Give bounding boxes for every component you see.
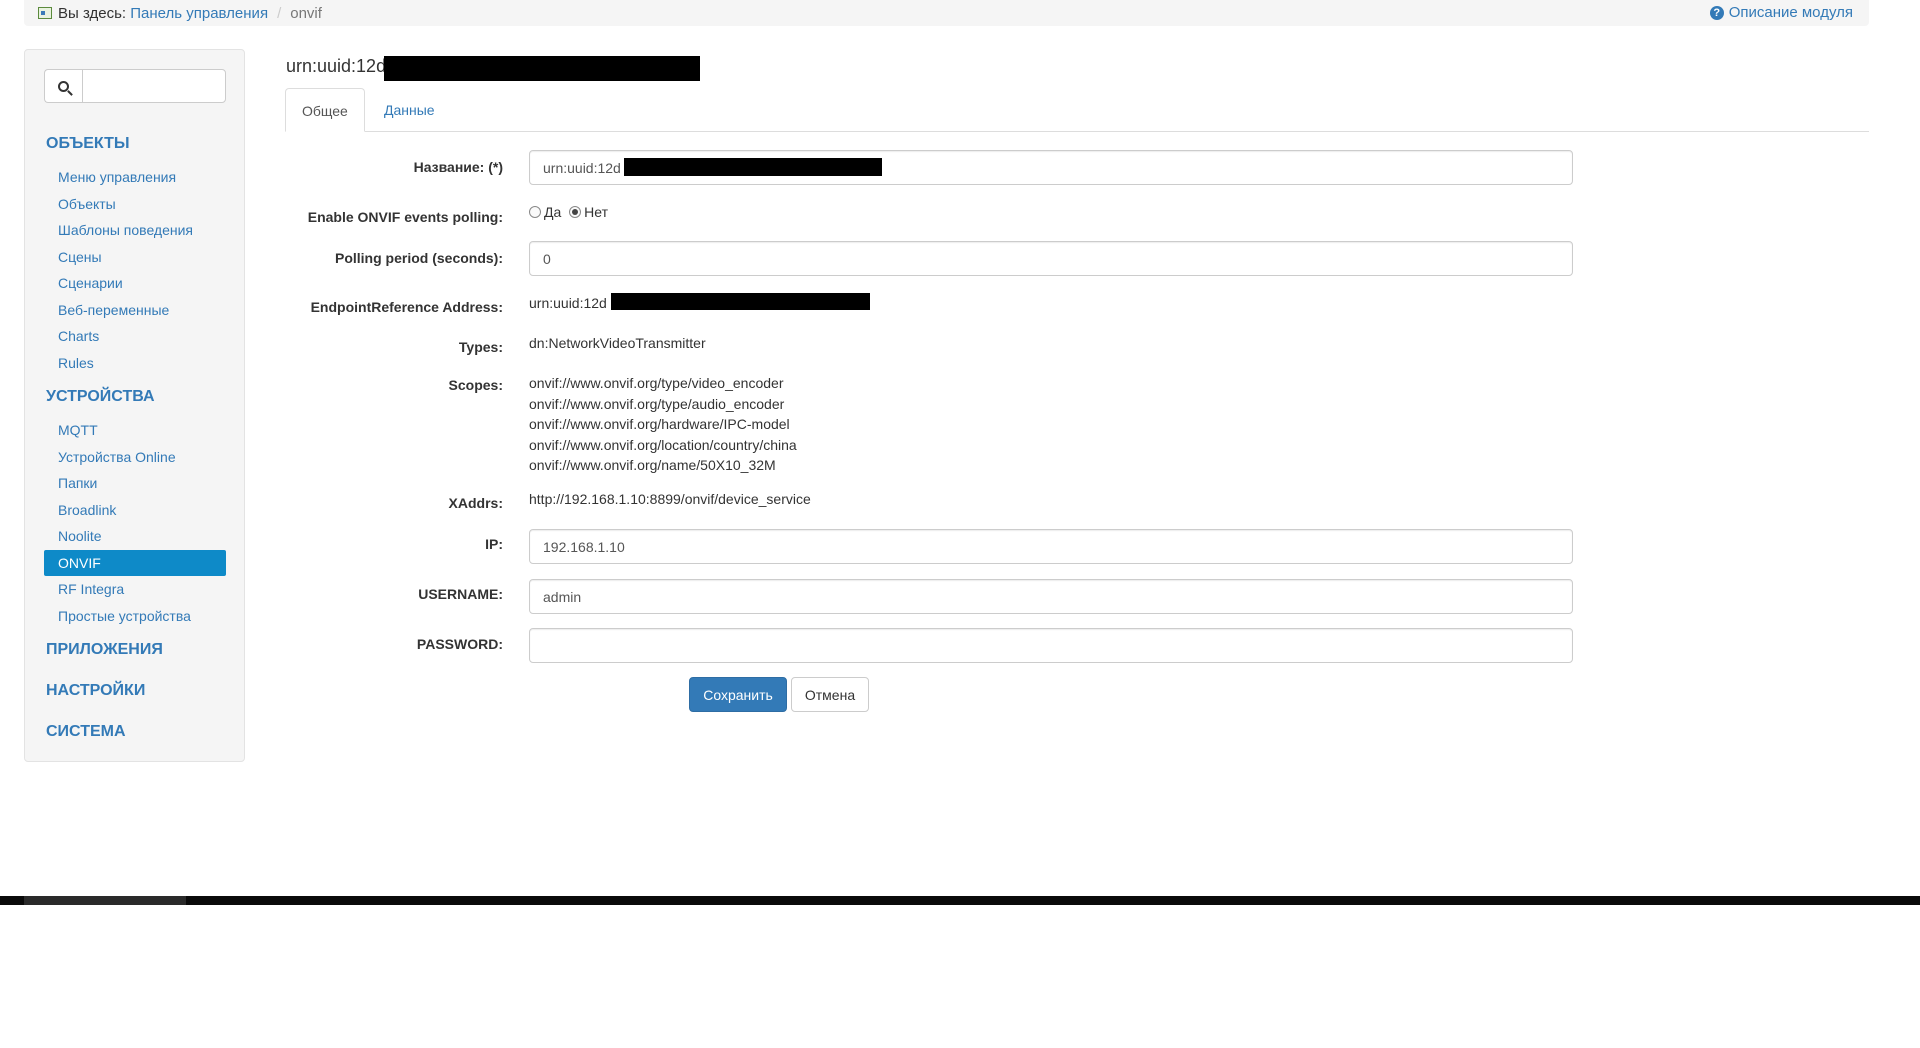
username-label: USERNAME:	[418, 586, 503, 602]
module-help-link[interactable]: ? Описание модуля	[1709, 4, 1853, 21]
sidebar-item-rf-integra[interactable]: RF Integra	[44, 576, 226, 603]
password-label: PASSWORD:	[416, 636, 503, 652]
cancel-button[interactable]: Отмена	[791, 677, 869, 712]
period-input[interactable]	[529, 241, 1573, 276]
redaction-title	[384, 56, 700, 81]
tab-general[interactable]: Общее	[285, 88, 365, 132]
home-icon	[38, 7, 52, 19]
tab-data[interactable]: Данные	[368, 88, 451, 131]
username-input[interactable]	[529, 579, 1573, 614]
page-title: urn:uuid:12d	[286, 56, 387, 76]
sidebar-item-mqtt[interactable]: MQTT	[44, 417, 226, 444]
nav-header-applications[interactable]: ПРИЛОЖЕНИЯ	[44, 629, 226, 670]
breadcrumb-separator: /	[277, 4, 282, 22]
sidebar-item-behavior-templates[interactable]: Шаблоны поведения	[44, 217, 226, 244]
sidebar-item-noolite[interactable]: Noolite	[44, 523, 226, 550]
polling-yes-radio[interactable]	[529, 206, 541, 218]
question-icon: ?	[1709, 5, 1724, 20]
polling-no-label: Нет	[584, 204, 609, 220]
search-input[interactable]	[82, 69, 226, 103]
sidebar-item-onvif[interactable]: ONVIF	[44, 549, 226, 576]
search-button[interactable]	[44, 69, 82, 103]
nav-header-objects[interactable]: ОБЪЕКТЫ	[44, 123, 226, 164]
scopes-list: onvif://www.onvif.org/type/video_encoder…	[529, 373, 797, 476]
nav-header-system[interactable]: СИСТЕМА	[44, 711, 226, 752]
xaddrs-value: http://192.168.1.10:8899/onvif/device_se…	[529, 491, 811, 507]
sidebar-nav: ОБЪЕКТЫ Меню управления Объекты Шаблоны …	[44, 123, 226, 752]
xaddrs-label: XAddrs:	[448, 495, 503, 511]
nav-header-settings[interactable]: НАСТРОЙКИ	[44, 670, 226, 711]
breadcrumb-prefix: Вы здесь:	[58, 4, 127, 22]
sidebar-item-devices-online[interactable]: Устройства Online	[44, 444, 226, 471]
breadcrumb-home-link[interactable]: Панель управления	[130, 5, 268, 22]
breadcrumb-current: onvif	[290, 4, 322, 22]
name-label: Название: (*)	[413, 159, 503, 175]
polling-label: Enable ONVIF events polling:	[307, 209, 503, 225]
sidebar-item-folders[interactable]: Папки	[44, 470, 226, 497]
sidebar-item-rules[interactable]: Rules	[44, 350, 226, 377]
polling-radio-group: Да Нет	[529, 204, 608, 220]
sidebar-search	[44, 69, 226, 103]
ip-input[interactable]	[529, 529, 1573, 564]
polling-yes-label: Да	[544, 204, 562, 220]
endpoint-label: EndpointReference Address:	[310, 299, 503, 315]
scope-item: onvif://www.onvif.org/hardware/IPC-model	[529, 416, 790, 432]
save-button[interactable]: Сохранить	[689, 677, 787, 712]
redaction-endpoint	[611, 293, 870, 310]
period-label: Polling period (seconds):	[334, 250, 503, 266]
scope-item: onvif://www.onvif.org/location/country/c…	[529, 436, 797, 453]
polling-no-radio[interactable]	[569, 206, 582, 218]
breadcrumb: Вы здесь: Панель управления / onvif ? Оп…	[24, 0, 1869, 26]
scope-item: onvif://www.onvif.org/type/video_encoder	[529, 375, 784, 391]
module-help-label: Описание модуля	[1728, 4, 1853, 21]
scopes-label: Scopes:	[448, 377, 503, 393]
taskbar-segment	[24, 896, 186, 905]
sidebar: ОБЪЕКТЫ Меню управления Объекты Шаблоны …	[24, 49, 245, 762]
ip-label: IP:	[485, 536, 503, 552]
sidebar-item-objects[interactable]: Объекты	[44, 191, 226, 218]
redaction-name	[624, 158, 882, 176]
endpoint-value: urn:uuid:12d	[529, 295, 607, 311]
sidebar-item-charts[interactable]: Charts	[44, 323, 226, 350]
sidebar-item-scenes[interactable]: Сцены	[44, 244, 226, 271]
sidebar-item-control-menu[interactable]: Меню управления	[44, 164, 226, 191]
sidebar-item-simple-devices[interactable]: Простые устройства	[44, 603, 226, 630]
sidebar-item-scripts[interactable]: Сценарии	[44, 270, 226, 297]
scope-item: onvif://www.onvif.org/type/audio_encoder	[529, 395, 785, 412]
sidebar-item-broadlink[interactable]: Broadlink	[44, 497, 226, 524]
types-label: Types:	[458, 339, 503, 355]
scope-item: onvif://www.onvif.org/name/50X10_32M	[529, 457, 776, 473]
sidebar-item-web-variables[interactable]: Веб-переменные	[44, 297, 226, 324]
search-icon	[58, 80, 69, 92]
tab-bar: Общее Данные	[285, 88, 1869, 132]
types-value: dn:NetworkVideoTransmitter	[529, 335, 706, 351]
password-input[interactable]	[529, 628, 1573, 663]
nav-header-devices[interactable]: УСТРОЙСТВА	[44, 376, 226, 417]
taskbar	[0, 896, 1920, 905]
